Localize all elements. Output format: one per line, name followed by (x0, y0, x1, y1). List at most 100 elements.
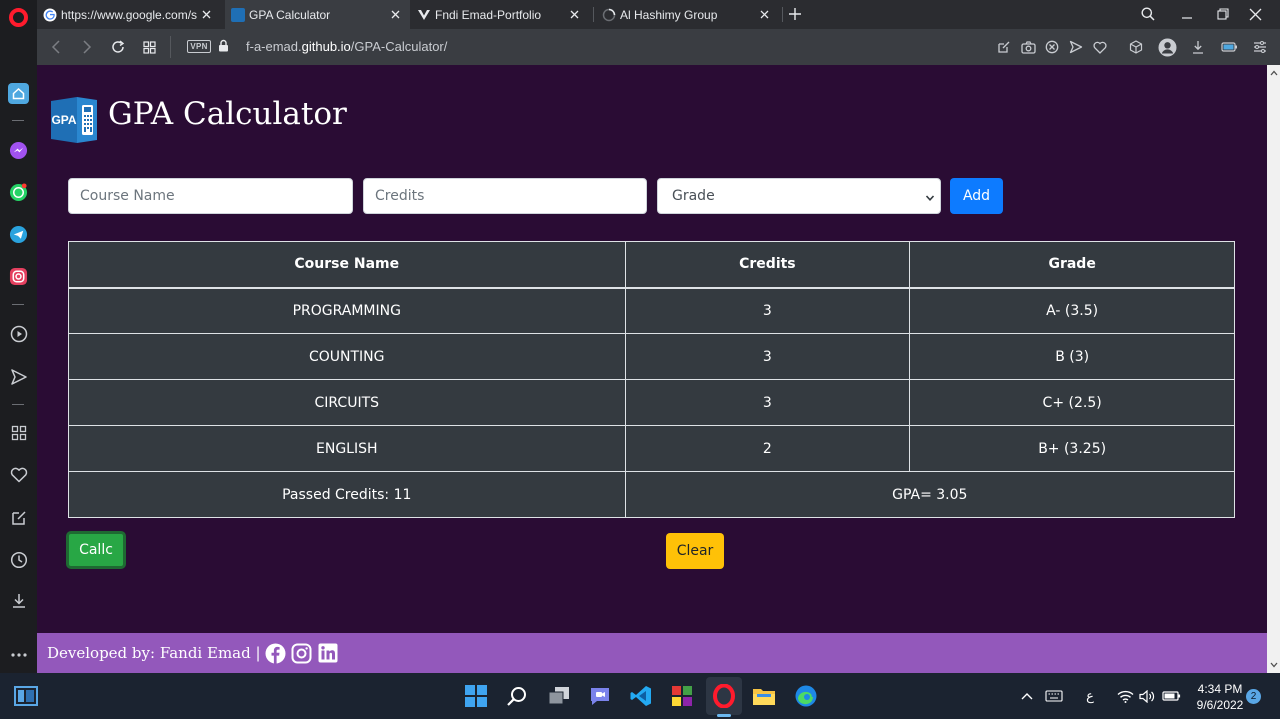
colorful-app-icon[interactable] (668, 682, 696, 710)
bookmark-heart-icon[interactable] (1090, 37, 1110, 57)
downloads-icon[interactable] (8, 590, 29, 611)
tab-label: GPA Calculator (249, 7, 331, 22)
personal-news-icon[interactable] (8, 507, 29, 528)
page-footer: Developed by: Fandi Emad | (37, 633, 1267, 673)
messenger-icon[interactable] (8, 140, 29, 161)
keyboard-language-indicator[interactable]: ع (1080, 687, 1100, 705)
active-app-indicator (717, 714, 731, 717)
grade-select[interactable]: Grade (657, 178, 941, 214)
facebook-icon[interactable] (265, 642, 287, 664)
credits-cell: 3 (624, 379, 911, 426)
course-cell: CIRCUITS (68, 379, 626, 426)
clock-time[interactable]: 4:34 PM (1196, 682, 1244, 696)
lock-icon[interactable] (218, 39, 229, 55)
course-cell: PROGRAMMING (68, 287, 626, 334)
add-button[interactable]: Add (950, 178, 1003, 214)
notification-count-badge[interactable]: 2 (1246, 689, 1261, 704)
reload-icon[interactable] (108, 37, 128, 57)
file-explorer-icon[interactable] (750, 682, 778, 710)
header-grade: Grade (909, 241, 1235, 289)
telegram-icon[interactable] (8, 224, 29, 245)
history-icon[interactable] (8, 549, 29, 570)
snapshot-camera-icon[interactable] (1018, 37, 1038, 57)
clear-button[interactable]: Clear (666, 533, 724, 569)
ad-blocker-icon[interactable] (1042, 37, 1062, 57)
course-name-input[interactable] (68, 178, 353, 214)
close-tab-icon[interactable] (199, 8, 213, 22)
task-view-windows-icon[interactable] (545, 682, 573, 710)
close-tab-icon[interactable] (567, 8, 581, 22)
scroll-down-arrow-icon[interactable] (1267, 659, 1280, 671)
player-icon[interactable] (8, 323, 29, 344)
battery-icon[interactable] (1161, 687, 1181, 705)
home-icon[interactable] (8, 83, 29, 104)
loading-spinner-icon (602, 8, 616, 22)
tab-search-icon[interactable] (1137, 4, 1159, 24)
google-favicon (43, 8, 57, 22)
page-scrollbar[interactable] (1267, 65, 1280, 673)
speed-dial-grid-icon[interactable] (139, 37, 159, 57)
close-tab-icon[interactable] (757, 8, 771, 22)
instagram-sidebar-icon[interactable] (8, 266, 29, 287)
teams-chat-icon[interactable] (586, 682, 614, 710)
send-to-flow-icon[interactable] (1066, 37, 1086, 57)
download-icon[interactable] (1188, 37, 1208, 57)
volume-icon[interactable] (1138, 687, 1156, 705)
instagram-icon[interactable] (291, 642, 313, 664)
send-icon[interactable] (8, 366, 29, 387)
clock-date[interactable]: 9/6/2022 (1192, 698, 1248, 712)
table-row: ENGLISH 2 B+ (3.25) (68, 425, 1235, 472)
grade-cell: C+ (2.5) (909, 379, 1235, 426)
more-options-icon[interactable] (8, 644, 29, 665)
calculate-button[interactable]: Callc (66, 531, 126, 569)
show-hidden-icons-chevron-icon[interactable] (1019, 687, 1035, 705)
portfolio-favicon (417, 8, 431, 22)
tab-strip: https://www.google.com/s GPA Calculator … (37, 0, 1280, 29)
tab-al-hashimy[interactable]: Al Hashimy Group (596, 0, 779, 29)
course-cell: ENGLISH (68, 425, 626, 472)
linkedin-icon[interactable] (317, 642, 339, 664)
tab-portfolio[interactable]: Fndi Emad-Portfolio (411, 0, 589, 29)
profile-avatar-icon[interactable] (1157, 37, 1177, 57)
sidebar-separator (12, 304, 24, 305)
tab-google[interactable]: https://www.google.com/s (37, 0, 221, 29)
edit-page-icon[interactable] (994, 37, 1014, 57)
speed-dial-icon[interactable] (8, 422, 29, 443)
forward-icon[interactable] (77, 37, 97, 57)
restore-icon[interactable] (1212, 4, 1234, 24)
task-view-icon[interactable] (12, 682, 40, 710)
url-field[interactable]: f-a-emad.github.io/GPA-Calculator/ (246, 39, 447, 54)
table-header-row: Course Name Credits Grade (68, 241, 1235, 289)
close-tab-icon[interactable] (388, 8, 402, 22)
opera-sidebar (0, 0, 37, 673)
grade-cell: A- (3.5) (909, 287, 1235, 334)
passed-credits-cell: Passed Credits: 11 (68, 471, 626, 518)
tab-label: Al Hashimy Group (620, 7, 718, 22)
extensions-cube-icon[interactable] (1126, 37, 1146, 57)
touch-keyboard-icon[interactable] (1044, 687, 1064, 705)
table-row: PROGRAMMING 3 A- (3.5) (68, 287, 1235, 334)
table-row: CIRCUITS 3 C+ (2.5) (68, 379, 1235, 426)
close-window-icon[interactable] (1244, 4, 1266, 24)
vpn-badge[interactable]: VPN (187, 40, 211, 53)
tab-gpa-calculator[interactable]: GPA Calculator (225, 0, 410, 29)
logo-text: GPA (51, 113, 76, 127)
search-icon[interactable] (503, 682, 531, 710)
minimize-icon[interactable] (1176, 4, 1198, 24)
tab-separator (593, 7, 594, 22)
edge-browser-icon[interactable] (792, 682, 820, 710)
vscode-icon[interactable] (627, 682, 655, 710)
new-tab-icon[interactable] (785, 4, 805, 24)
back-icon[interactable] (46, 37, 66, 57)
opera-menu-icon[interactable] (9, 8, 28, 27)
bookmarks-heart-icon[interactable] (8, 464, 29, 485)
course-cell: COUNTING (68, 333, 626, 380)
windows-start-icon[interactable] (462, 682, 490, 710)
battery-saver-icon[interactable] (1219, 37, 1239, 57)
credits-input[interactable] (363, 178, 647, 214)
easy-setup-icon[interactable] (1250, 37, 1270, 57)
wifi-icon[interactable] (1116, 687, 1134, 705)
scroll-up-arrow-icon[interactable] (1267, 67, 1280, 79)
opera-taskbar-icon[interactable] (710, 682, 738, 710)
whatsapp-icon[interactable] (8, 182, 29, 203)
